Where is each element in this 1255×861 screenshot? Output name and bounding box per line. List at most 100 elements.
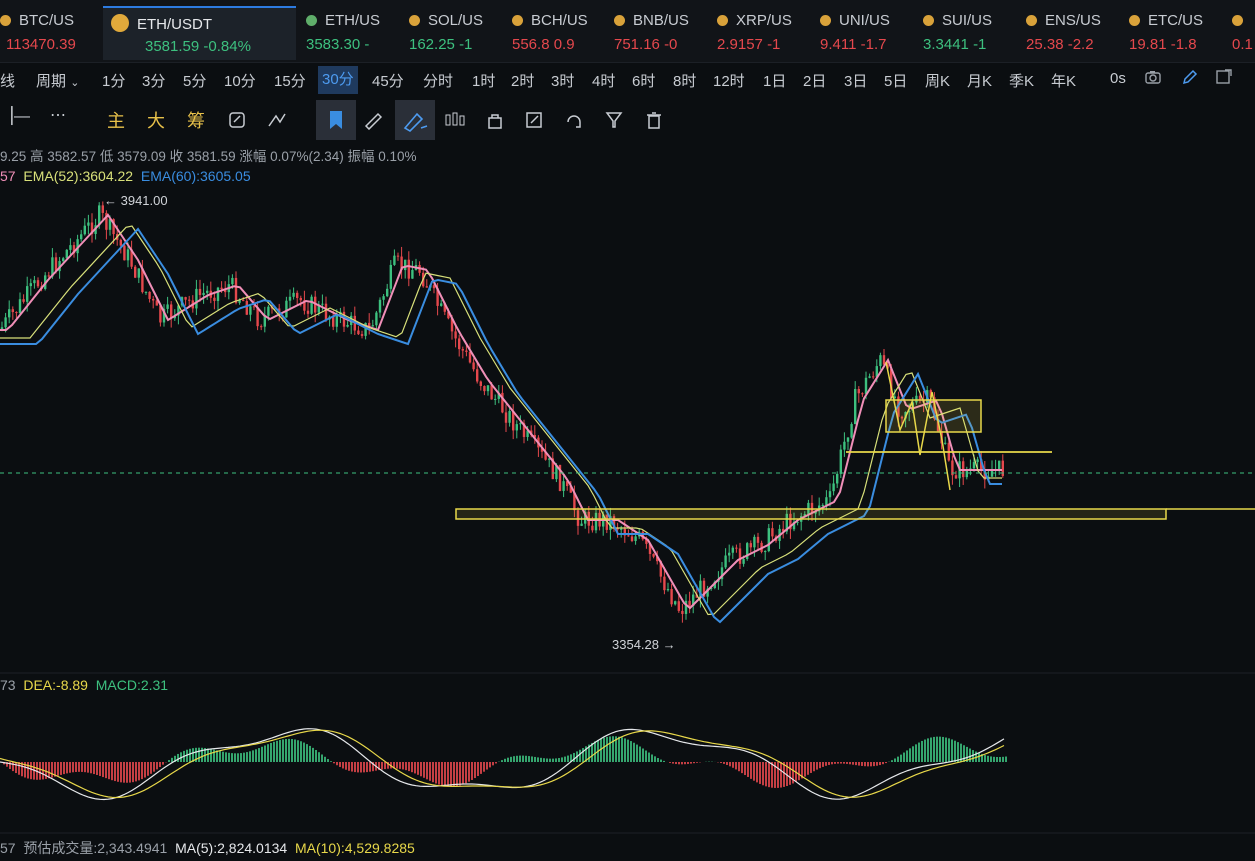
candle-body [411, 270, 414, 279]
candle-body [285, 300, 288, 318]
candle-body [252, 306, 256, 308]
macd-histogram-bar [813, 762, 815, 772]
candle-body [11, 309, 14, 313]
candle-body [234, 277, 238, 303]
macd-histogram-bar [108, 762, 110, 780]
macd-histogram-bar [675, 762, 677, 765]
macd-histogram-bar [828, 762, 830, 765]
candle-body [62, 258, 65, 262]
macd-histogram-bar [696, 762, 698, 763]
macd-histogram-bar [843, 762, 845, 764]
candle-body [486, 385, 490, 392]
macd-histogram-bar [90, 762, 92, 774]
macd-histogram-bar [87, 762, 89, 773]
candle-body [198, 288, 202, 295]
macd-histogram-bar [441, 762, 443, 786]
candle-body [357, 330, 360, 335]
macd-histogram-bar [156, 762, 158, 770]
macd-histogram-bar [339, 762, 341, 767]
macd-histogram-bar [915, 744, 917, 762]
macd-histogram-bar [555, 758, 557, 762]
macd-histogram-bar [876, 762, 878, 766]
macd-histogram-bar [414, 762, 416, 774]
macd-histogram-bar [141, 762, 143, 780]
macd-histogram-bar [135, 762, 137, 782]
macd-prefix: 73 [0, 677, 16, 693]
macd-histogram-bar [669, 762, 671, 763]
macd-histogram-bar [294, 739, 296, 762]
macd-histogram-bar [150, 762, 152, 774]
macd-histogram-bar [522, 755, 524, 762]
candle-body [998, 460, 1001, 470]
macd-histogram-bar [429, 762, 431, 781]
candle-body [461, 349, 464, 351]
macd-histogram-bar [330, 761, 332, 762]
macd-histogram-bar [69, 762, 71, 773]
macd-histogram-bar [927, 738, 929, 762]
candle-body [144, 291, 148, 293]
macd-histogram-bar [627, 739, 629, 762]
macd-histogram-bar [357, 762, 359, 773]
candle-body [216, 287, 220, 301]
macd-histogram-bar [996, 756, 998, 762]
candle-body [371, 325, 374, 327]
macd-histogram-bar [30, 762, 32, 780]
macd-histogram-bar [690, 762, 692, 764]
dea-label: DEA:-8.89 [23, 677, 88, 693]
candle-body [306, 310, 310, 314]
candle-body [562, 481, 565, 491]
macd-histogram-bar [243, 752, 245, 762]
macd-histogram-bar [957, 742, 959, 762]
candle-body [771, 528, 774, 537]
macd-histogram-bar [438, 762, 440, 785]
macd-histogram-bar [567, 755, 569, 762]
candle-body [868, 376, 871, 378]
price-chart[interactable] [0, 0, 1255, 861]
macd-histogram-bar [687, 762, 689, 764]
macd-histogram-bar [642, 748, 644, 762]
volume-estimate: 预估成交量:2,343.4941 [23, 840, 168, 856]
macd-histogram-bar [651, 754, 653, 762]
macd-histogram-bar [549, 758, 551, 762]
macd-histogram-bar [456, 762, 458, 787]
macd-histogram-bar [447, 762, 449, 787]
macd-histogram-bar [732, 762, 734, 768]
macd-histogram-bar [168, 760, 170, 762]
macd-histogram-bar [846, 762, 848, 764]
volume-prefix: 57 [0, 840, 16, 856]
candle-body [652, 553, 655, 557]
macd-histogram-bar [861, 762, 863, 766]
macd-histogram-bar [579, 749, 581, 762]
candle-body [476, 369, 479, 382]
macd-histogram-bar [819, 762, 821, 769]
macd-histogram-bar [231, 753, 233, 762]
candle-body [483, 386, 486, 392]
macd-histogram-bar [348, 762, 350, 771]
macd-histogram-bar [309, 745, 311, 762]
macd-histogram-bar [48, 762, 50, 779]
candle-body [69, 245, 72, 250]
macd-histogram-bar [663, 760, 665, 762]
macd-histogram-bar [609, 736, 611, 762]
candle-body [724, 555, 727, 568]
macd-histogram-bar [1002, 756, 1004, 762]
macd-histogram-bar [333, 762, 335, 764]
candle-body [756, 536, 760, 543]
candle-body [396, 255, 400, 257]
macd-histogram-bar [51, 762, 53, 778]
candle-body [490, 385, 493, 400]
macd-histogram-bar [255, 749, 257, 762]
macd-histogram-bar [132, 762, 134, 783]
macd-histogram-bar [252, 750, 254, 762]
macd-histogram-bar [840, 762, 842, 764]
macd-histogram-bar [765, 762, 767, 787]
candle-body [231, 277, 234, 285]
macd-histogram-bar [12, 762, 14, 772]
macd-histogram-bar [870, 762, 872, 767]
macd-histogram-bar [465, 762, 467, 784]
candle-body [843, 441, 846, 450]
macd-histogram-bar [777, 762, 779, 788]
macd-histogram-bar [942, 736, 944, 762]
candle-body [202, 292, 205, 295]
macd-histogram-bar [684, 762, 686, 765]
